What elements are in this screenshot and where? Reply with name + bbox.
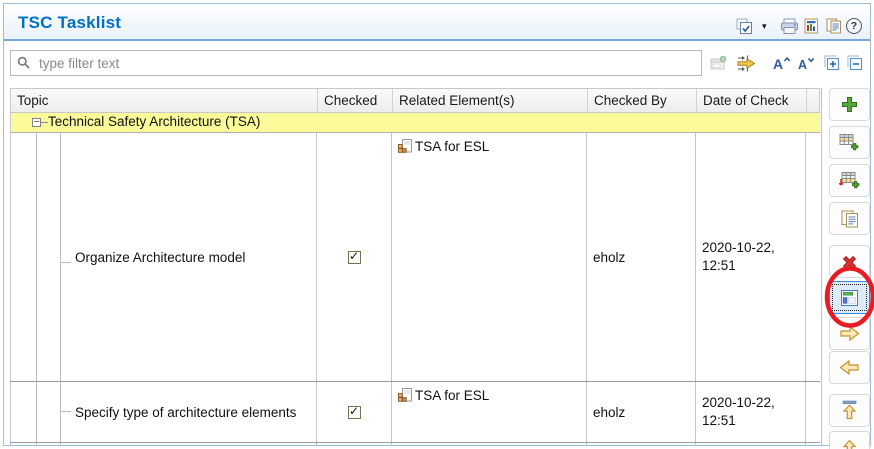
column-header-checked-by[interactable]: Checked By: [588, 89, 697, 112]
tree-guide-line: [60, 133, 61, 445]
tree-guide-line: [60, 411, 71, 412]
insert-table-row-button[interactable]: [829, 164, 870, 197]
add-plus-icon: [841, 96, 858, 113]
checkmark-icon: ✓: [349, 406, 359, 417]
task-topic-cell[interactable]: Organize Architecture model: [75, 133, 310, 381]
tree-guide-line: [60, 262, 71, 263]
font-decrease-icon[interactable]: A: [798, 52, 815, 74]
related-element-cell[interactable]: TSA for ESL: [392, 382, 586, 442]
add-button[interactable]: [829, 88, 870, 121]
checked-checkbox[interactable]: ✓: [348, 251, 361, 264]
apply-filter-icon[interactable]: [736, 52, 756, 74]
delete-button[interactable]: [829, 245, 870, 278]
report-icon[interactable]: [804, 18, 819, 34]
select-items-icon[interactable]: [736, 18, 753, 34]
search-icon: [17, 56, 30, 69]
task-topic-cell[interactable]: Specify type of architecture elements: [75, 382, 300, 442]
checked-by-cell[interactable]: eholz: [587, 133, 695, 381]
add-table-row-button[interactable]: [829, 126, 870, 159]
arrow-right-icon: [839, 325, 860, 342]
copy-rows-icon: [841, 210, 859, 228]
print-icon[interactable]: [780, 18, 799, 34]
related-element-label: TSA for ESL: [415, 139, 489, 154]
svg-text:A: A: [773, 56, 783, 71]
date-of-check-label: 2020-10-22, 12:51: [702, 239, 800, 275]
task-topic-label: Specify type of architecture elements: [75, 403, 296, 422]
sidebar-divider: [821, 88, 822, 445]
move-up-button[interactable]: [829, 431, 870, 449]
grid-line: [805, 133, 806, 445]
font-increase-icon[interactable]: A: [773, 52, 791, 74]
checked-by-label: eholz: [593, 250, 625, 265]
model-element-icon: [398, 139, 412, 153]
filter-input[interactable]: [10, 50, 702, 76]
move-left-button[interactable]: [829, 351, 870, 384]
pin-view-icon[interactable]: [710, 52, 727, 74]
date-of-check-cell[interactable]: 2020-10-22, 12:51: [696, 133, 800, 381]
column-header-filler: [807, 89, 819, 112]
related-element-cell[interactable]: TSA for ESL: [392, 133, 586, 381]
insert-table-row-icon: [839, 171, 860, 190]
checked-by-label: eholz: [593, 405, 625, 420]
open-detail-button[interactable]: [829, 281, 870, 314]
task-checked-cell[interactable]: ✓: [317, 382, 391, 442]
task-checked-cell[interactable]: ✓: [317, 133, 391, 381]
arrow-left-icon: [839, 359, 860, 376]
date-of-check-label: 2020-10-22, 12:51: [702, 394, 800, 430]
arrow-up-icon: [841, 438, 858, 449]
tree-connector: [41, 122, 48, 123]
move-to-top-button[interactable]: [829, 394, 870, 427]
tsc-tasklist-view: TSC Tasklist ▾: [0, 0, 874, 449]
svg-text:A: A: [798, 58, 807, 71]
expand-all-icon[interactable]: [824, 52, 840, 74]
help-icon[interactable]: ?: [846, 18, 862, 34]
checked-by-cell[interactable]: eholz: [587, 382, 695, 442]
menu-dropdown-icon[interactable]: ▾: [762, 18, 767, 34]
column-header-date[interactable]: Date of Check: [697, 89, 807, 112]
checkmark-icon: ✓: [349, 251, 359, 262]
detail-form-icon: [841, 290, 858, 306]
copy-icon[interactable]: [826, 18, 842, 34]
collapse-all-icon[interactable]: [847, 52, 863, 74]
help-glyph: ?: [846, 18, 862, 34]
arrow-top-icon: [841, 400, 858, 421]
table-header: Topic Checked Related Element(s) Checked…: [10, 88, 820, 113]
column-header-checked[interactable]: Checked: [318, 89, 393, 112]
copy-button[interactable]: [829, 202, 870, 235]
column-header-related[interactable]: Related Element(s): [393, 89, 588, 112]
add-table-row-icon: [839, 133, 860, 152]
checked-checkbox[interactable]: ✓: [348, 406, 361, 419]
model-element-icon: [398, 388, 412, 402]
grid-line: [10, 113, 11, 445]
page-title: TSC Tasklist: [18, 13, 121, 33]
column-header-topic[interactable]: Topic: [11, 89, 318, 112]
delete-icon: [841, 254, 858, 270]
title-separator: [4, 39, 870, 41]
move-right-button[interactable]: [829, 317, 870, 350]
date-of-check-cell[interactable]: 2020-10-22, 12:51: [696, 382, 800, 442]
group-row-tsa[interactable]: − Technical Safety Architecture (TSA): [10, 113, 820, 133]
tree-guide-line: [36, 133, 37, 445]
task-topic-label: Organize Architecture model: [75, 248, 245, 267]
related-element-label: TSA for ESL: [415, 388, 489, 403]
group-label: Technical Safety Architecture (TSA): [48, 114, 260, 129]
tree-collapse-icon[interactable]: −: [32, 118, 41, 127]
row-separator: [10, 442, 820, 443]
